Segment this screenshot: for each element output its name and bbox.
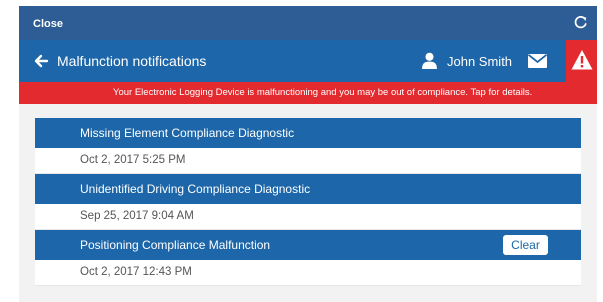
notification-date: Oct 2, 2017 12:43 PM: [80, 266, 192, 278]
malfunction-banner[interactable]: Your Electronic Logging Device is malfun…: [19, 82, 597, 104]
app-frame: Close Malfunction notifications John Smi…: [19, 6, 597, 302]
back-arrow-icon[interactable]: [33, 53, 49, 69]
notification-item[interactable]: Unidentified Driving Compliance Diagnost…: [35, 174, 581, 230]
notification-date-row: Oct 2, 2017 12:43 PM: [35, 260, 581, 286]
user-name[interactable]: John Smith: [447, 54, 512, 69]
notification-list: Missing Element Compliance Diagnostic Oc…: [35, 118, 581, 286]
notification-date-row: Sep 25, 2017 9:04 AM: [35, 204, 581, 230]
notification-title: Positioning Compliance Malfunction: [80, 238, 271, 252]
mail-icon[interactable]: [528, 54, 547, 68]
page-title: Malfunction notifications: [57, 53, 207, 69]
warning-icon: [571, 50, 593, 70]
notification-header: Unidentified Driving Compliance Diagnost…: [35, 174, 581, 204]
notification-title: Missing Element Compliance Diagnostic: [80, 126, 295, 140]
notification-item[interactable]: Positioning Compliance Malfunction Clear…: [35, 230, 581, 286]
close-button[interactable]: Close: [33, 18, 63, 30]
refresh-icon[interactable]: [574, 15, 588, 29]
notification-date: Sep 25, 2017 9:04 AM: [80, 210, 194, 222]
notification-header: Missing Element Compliance Diagnostic: [35, 118, 581, 148]
user-icon[interactable]: [421, 52, 438, 69]
notification-item[interactable]: Missing Element Compliance Diagnostic Oc…: [35, 118, 581, 174]
app-bar: Malfunction notifications John Smith: [19, 40, 597, 82]
banner-text: Your Electronic Logging Device is malfun…: [113, 87, 533, 98]
notification-title: Unidentified Driving Compliance Diagnost…: [80, 182, 311, 196]
top-bar: Close: [19, 6, 597, 40]
notification-date: Oct 2, 2017 5:25 PM: [80, 154, 186, 166]
alert-button[interactable]: [566, 40, 597, 82]
notification-date-row: Oct 2, 2017 5:25 PM: [35, 148, 581, 174]
notification-header: Positioning Compliance Malfunction Clear: [35, 230, 581, 260]
clear-button[interactable]: Clear: [503, 235, 548, 255]
